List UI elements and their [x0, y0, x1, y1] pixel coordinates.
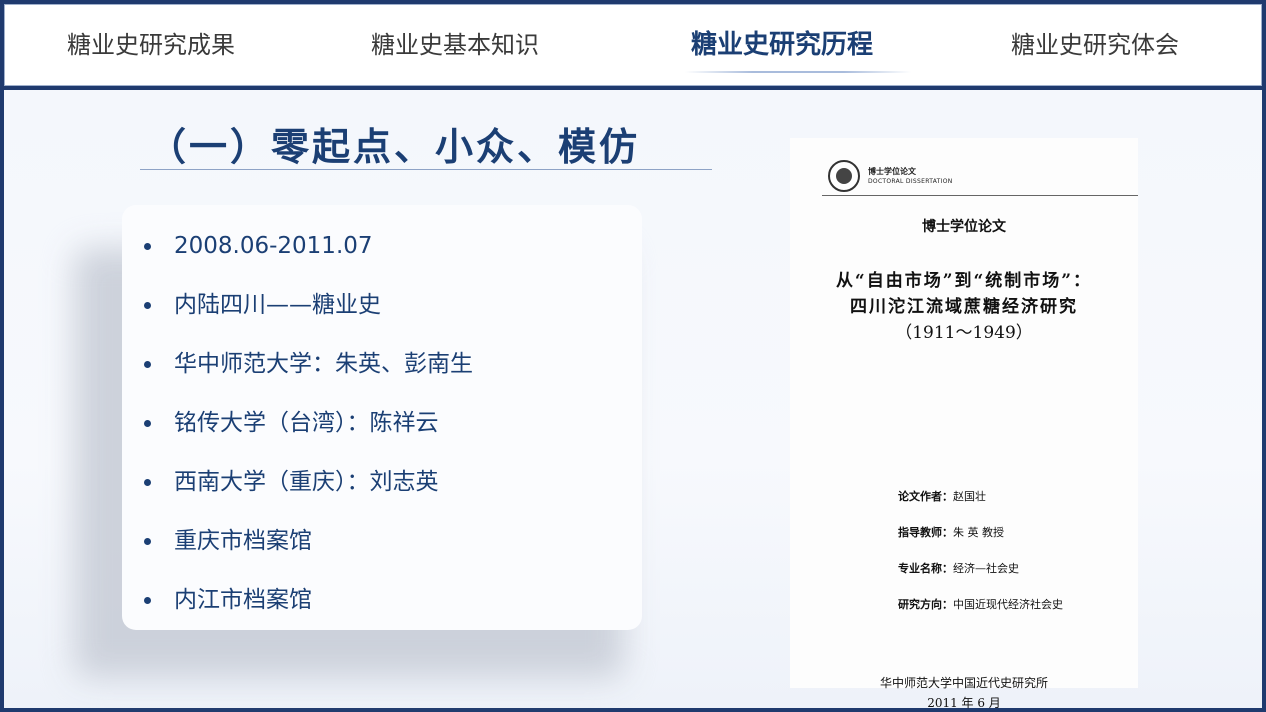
list-item: 华中师范大学：朱英、彭南生 [144, 340, 473, 399]
cover-date: 2011 年 6 月 [927, 696, 1001, 710]
dissertation-cover-image: 博士学位论文 DOCTORAL DISSERTATION 博士学位论文 从“自由… [790, 138, 1138, 710]
bullet-icon [144, 420, 151, 427]
list-item-text: 重庆市档案馆 [174, 528, 312, 554]
cover-header-en: DOCTORAL DISSERTATION [868, 178, 953, 185]
cover-field-major: 专业名称：经济—社会史 [898, 562, 1019, 575]
bullet-icon [144, 361, 151, 368]
cover-field-direction: 研究方向：中国近现代经济社会史 [898, 598, 1063, 611]
university-seal-icon [828, 160, 860, 192]
list-item-text: 西南大学（重庆）：刘志英 [174, 469, 439, 495]
bullet-icon [144, 538, 151, 545]
bullet-icon [144, 479, 151, 486]
list-item: 2008.06-2011.07 [144, 222, 473, 281]
active-tab-underline [685, 71, 911, 73]
bullet-icon [144, 243, 151, 250]
cover-title-line2: 四川沱江流域蔗糖经济研究 [850, 297, 1078, 317]
top-nav: 糖业史研究成果 糖业史基本知识 糖业史研究历程 糖业史研究体会 [4, 4, 1262, 86]
bullet-card: 2008.06-2011.07 内陆四川——糖业史 华中师范大学：朱英、彭南生 … [122, 205, 642, 630]
bullet-list: 2008.06-2011.07 内陆四川——糖业史 华中师范大学：朱英、彭南生 … [144, 222, 473, 635]
title-divider [140, 169, 712, 170]
list-item: 重庆市档案馆 [144, 517, 473, 576]
tab-research-history[interactable]: 糖业史研究历程 [691, 25, 873, 65]
list-item-text: 内陆四川——糖业史 [174, 292, 381, 318]
list-item: 内陆四川——糖业史 [144, 281, 473, 340]
list-item: 内江市档案馆 [144, 576, 473, 635]
list-item-text: 内江市档案馆 [174, 587, 312, 613]
cover-years: （1911～1949） [895, 323, 1033, 343]
slide-content: （一）零起点、小众、模仿 2008.06-2011.07 内陆四川——糖业史 华… [4, 90, 1262, 710]
section-title: （一）零起点、小众、模仿 [148, 125, 641, 169]
tab-research-insights[interactable]: 糖业史研究体会 [1011, 25, 1179, 65]
bullet-icon [144, 597, 151, 604]
tab-basic-knowledge[interactable]: 糖业史基本知识 [371, 25, 539, 65]
list-item: 西南大学（重庆）：刘志英 [144, 458, 473, 517]
cover-title-line1: 从“自由市场”到“统制市场”： [835, 271, 1093, 291]
cover-field-author: 论文作者：赵国壮 [898, 490, 986, 503]
list-item-text: 2008.06-2011.07 [174, 233, 373, 259]
list-item-text: 华中师范大学：朱英、彭南生 [174, 351, 473, 377]
list-item-text: 铭传大学（台湾）：陈祥云 [174, 410, 439, 436]
cover-divider [822, 195, 1138, 196]
cover-label: 博士学位论文 [922, 219, 1006, 235]
tab-research-results[interactable]: 糖业史研究成果 [67, 25, 235, 65]
cover-institution: 华中师范大学中国近代史研究所 [879, 676, 1048, 690]
cover-header-cn: 博士学位论文 [868, 167, 916, 176]
bullet-icon [144, 302, 151, 309]
list-item: 铭传大学（台湾）：陈祥云 [144, 399, 473, 458]
cover-field-advisor: 指导教师：朱 英 教授 [898, 526, 1004, 539]
cover-header: 博士学位论文 DOCTORAL DISSERTATION [828, 156, 1138, 196]
